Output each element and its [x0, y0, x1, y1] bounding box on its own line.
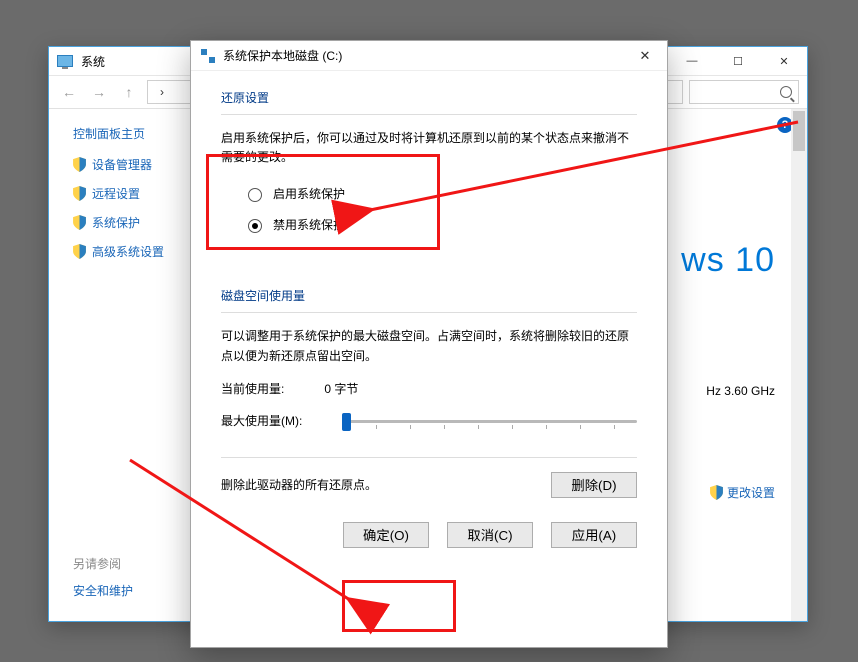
- search-icon: [780, 86, 792, 98]
- maximize-button[interactable]: ☐: [715, 47, 761, 75]
- divider: [221, 457, 637, 458]
- computer-icon: [57, 55, 73, 67]
- sidebar-item-label: 远程设置: [92, 185, 140, 202]
- search-box[interactable]: [689, 80, 799, 104]
- radio-enable-protection[interactable]: 启用系统保护: [243, 185, 637, 202]
- dialog-title: 系统保护本地磁盘 (C:): [223, 47, 342, 64]
- divider: [221, 312, 637, 313]
- current-usage-label: 当前使用量:: [221, 380, 284, 397]
- drive-icon: [201, 49, 215, 63]
- shield-icon: [73, 244, 86, 259]
- up-button[interactable]: ↑: [117, 80, 141, 104]
- forward-button[interactable]: →: [87, 80, 111, 104]
- sidebar-item-system-protection[interactable]: 系统保护: [73, 214, 199, 231]
- sidebar-item-label: 高级系统设置: [92, 243, 164, 260]
- max-usage-label: 最大使用量(M):: [221, 412, 302, 429]
- sidebar: 控制面板主页 设备管理器 远程设置 系统保护 高级系统设置 另请参阅 安全和维护: [49, 109, 199, 621]
- section-disk-title: 磁盘空间使用量: [221, 287, 637, 304]
- close-button[interactable]: ✕: [761, 47, 807, 75]
- dialog-close-button[interactable]: ✕: [623, 41, 667, 71]
- radio-input-disable[interactable]: [248, 219, 262, 233]
- back-button[interactable]: ←: [57, 80, 81, 104]
- shield-icon: [710, 485, 723, 500]
- divider: [221, 114, 637, 115]
- window-title: 系统: [81, 53, 105, 70]
- max-usage-slider[interactable]: [342, 411, 637, 431]
- delete-button[interactable]: 删除(D): [551, 472, 637, 498]
- radio-label: 禁用系统保护: [273, 216, 345, 233]
- slider-ticks: [342, 425, 637, 429]
- slider-thumb[interactable]: [342, 413, 351, 431]
- sidebar-item-advanced[interactable]: 高级系统设置: [73, 243, 199, 260]
- sidebar-home-link[interactable]: 控制面板主页: [73, 125, 199, 142]
- system-protection-dialog: 系统保护本地磁盘 (C:) ✕ 还原设置 启用系统保护后，你可以通过及时将计算机…: [190, 40, 668, 648]
- radio-disable-protection[interactable]: 禁用系统保护: [243, 216, 637, 233]
- change-settings-label: 更改设置: [727, 484, 775, 501]
- current-usage-value: 0 字节: [324, 380, 358, 397]
- radio-label: 启用系统保护: [273, 185, 345, 202]
- see-also-link[interactable]: 安全和维护: [73, 582, 133, 599]
- sidebar-item-remote[interactable]: 远程设置: [73, 185, 199, 202]
- ok-button[interactable]: 确定(O): [343, 522, 429, 548]
- restore-description: 启用系统保护后，你可以通过及时将计算机还原到以前的某个状态点来撤消不需要的更改。: [221, 129, 637, 167]
- sidebar-item-device-manager[interactable]: 设备管理器: [73, 156, 199, 173]
- radio-group: 启用系统保护 禁用系统保护: [221, 179, 637, 261]
- cancel-button[interactable]: 取消(C): [447, 522, 533, 548]
- delete-description: 删除此驱动器的所有还原点。: [221, 476, 377, 493]
- shield-icon: [73, 157, 86, 172]
- see-also-heading: 另请参阅: [73, 555, 133, 572]
- sidebar-item-label: 设备管理器: [92, 156, 152, 173]
- shield-icon: [73, 186, 86, 201]
- disk-description: 可以调整用于系统保护的最大磁盘空间。占满空间时，系统将删除较旧的还原点以便为新还…: [221, 327, 637, 365]
- slider-track: [342, 420, 637, 423]
- radio-input-enable[interactable]: [248, 188, 262, 202]
- change-settings-link[interactable]: 更改设置: [710, 484, 775, 501]
- section-restore-title: 还原设置: [221, 89, 637, 106]
- dialog-titlebar[interactable]: 系统保护本地磁盘 (C:) ✕: [191, 41, 667, 71]
- minimize-button[interactable]: —: [669, 47, 715, 75]
- windows-logo-text: ws 10: [681, 241, 775, 280]
- apply-button[interactable]: 应用(A): [551, 522, 637, 548]
- cpu-info: Hz 3.60 GHz: [706, 384, 775, 398]
- sidebar-item-label: 系统保护: [92, 214, 140, 231]
- shield-icon: [73, 215, 86, 230]
- breadcrumb-sep: ›: [160, 85, 164, 99]
